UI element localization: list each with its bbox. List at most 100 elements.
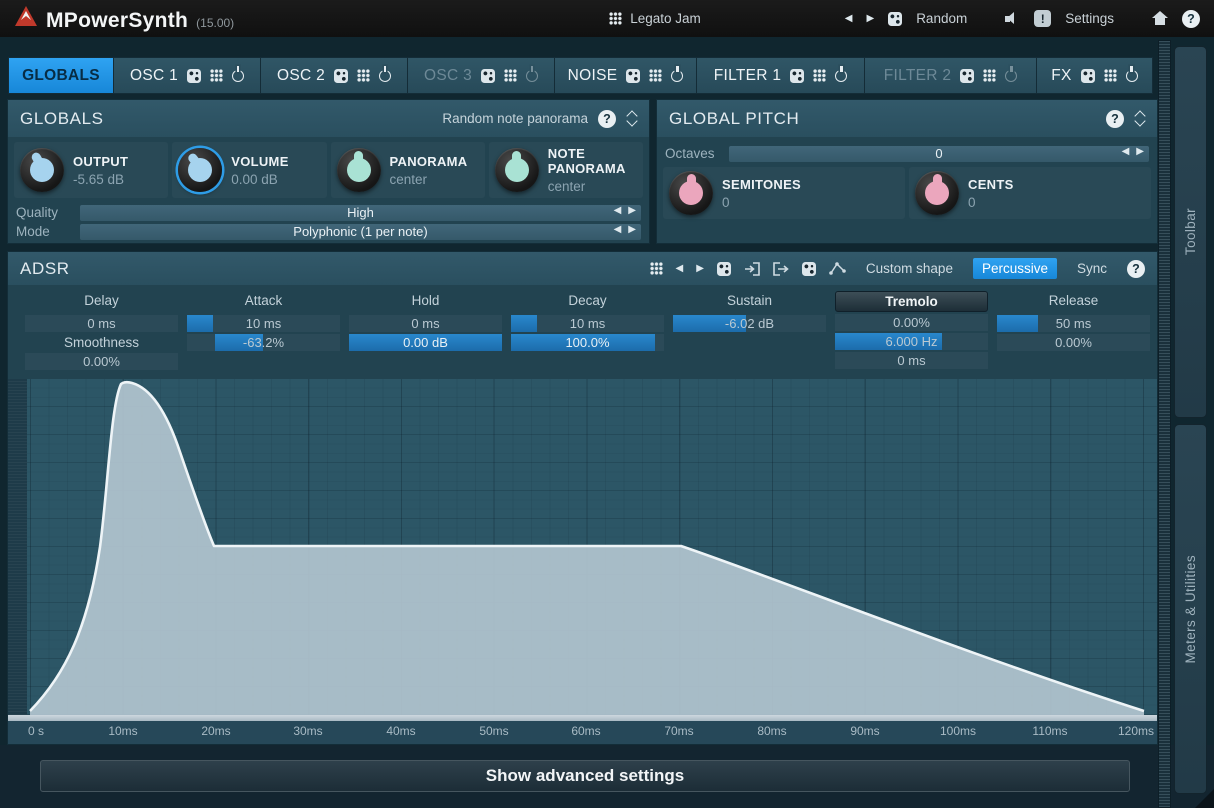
osc2-presets-icon[interactable]	[357, 69, 370, 82]
globals-help-icon[interactable]	[598, 110, 616, 128]
cents-knob[interactable]	[915, 171, 959, 215]
adsr-help-icon[interactable]	[1127, 260, 1145, 278]
right-scrollbar[interactable]	[1158, 40, 1171, 808]
previous-preset-icon[interactable]	[845, 14, 853, 24]
filter1-power-icon[interactable]	[835, 70, 847, 82]
tab-noise[interactable]: NOISE	[555, 57, 697, 94]
filter1-presets-icon[interactable]	[813, 69, 826, 82]
mode-selector[interactable]: Polyphonic (1 per note)	[80, 224, 641, 240]
envelope-curve[interactable]	[8, 379, 1157, 715]
envelope-graph[interactable]	[8, 379, 1157, 715]
next-preset-icon[interactable]	[866, 14, 874, 24]
tab-globals[interactable]: GLOBALS	[8, 57, 114, 94]
sustain-slider[interactable]: -6.02 dB	[673, 315, 826, 332]
panorama-knob[interactable]	[337, 148, 381, 192]
tremolo-depth-slider[interactable]: 0.00%	[835, 314, 988, 331]
hold-slider[interactable]: 0 ms	[349, 315, 502, 332]
app-title: MPowerSynth	[46, 9, 188, 33]
output-knob[interactable]	[20, 148, 64, 192]
noise-randomize-icon[interactable]	[626, 69, 640, 83]
attack-slider[interactable]: 10 ms	[187, 315, 340, 332]
filter2-power-icon[interactable]	[1005, 70, 1017, 82]
mode-prev-icon[interactable]	[614, 225, 622, 235]
tab-filter2[interactable]: FILTER 2	[865, 57, 1037, 94]
tab-osc2[interactable]: OSC 2	[261, 57, 408, 94]
quality-next-icon[interactable]	[628, 206, 636, 216]
random-note-panorama-option[interactable]: Random note panorama	[442, 111, 588, 126]
adsr-import-icon[interactable]	[744, 262, 760, 276]
note-panorama-knob[interactable]	[495, 148, 539, 192]
tab-osc1[interactable]: OSC 1	[114, 57, 261, 94]
octaves-slider[interactable]: 0	[729, 146, 1149, 162]
home-icon[interactable]	[1152, 12, 1168, 25]
adsr-next-icon[interactable]	[696, 264, 704, 274]
custom-shape-button[interactable]: Custom shape	[859, 259, 960, 278]
volume-knob[interactable]	[178, 148, 222, 192]
adsr-randomize-icon[interactable]	[717, 262, 731, 276]
filter2-randomize-icon[interactable]	[960, 69, 974, 83]
osc2-randomize-icon[interactable]	[334, 69, 348, 83]
octaves-next-icon[interactable]	[1136, 147, 1144, 157]
delay-slider[interactable]: 0 ms	[25, 315, 178, 332]
release-shape-slider[interactable]: 0.00%	[997, 334, 1150, 351]
adsr-presets-icon[interactable]	[650, 262, 663, 275]
release-column: Release 50 ms 0.00%	[997, 293, 1150, 351]
tremolo-button[interactable]: Tremolo	[835, 291, 988, 312]
tick-12: 120ms	[1118, 724, 1154, 738]
osc1-presets-icon[interactable]	[210, 69, 223, 82]
window-resize-handle[interactable]	[1195, 789, 1214, 808]
tremolo-rate-slider[interactable]: 6.000 Hz	[835, 333, 988, 350]
toolbar-side-tab[interactable]: Toolbar	[1174, 46, 1207, 418]
adsr-export-icon[interactable]	[773, 262, 789, 276]
tremolo-shift-slider[interactable]: 0 ms	[835, 352, 988, 369]
randomize-dice-icon[interactable]	[888, 12, 902, 26]
settings-button[interactable]: Settings	[1065, 11, 1114, 26]
random-button[interactable]: Random	[916, 11, 967, 26]
tab-filter1[interactable]: FILTER 1	[697, 57, 865, 94]
melda-logo-icon	[14, 5, 38, 27]
release-slider[interactable]: 50 ms	[997, 315, 1150, 332]
note-panorama-value: center	[548, 179, 637, 194]
delay-label: Delay	[25, 293, 178, 313]
filter1-randomize-icon[interactable]	[790, 69, 804, 83]
smoothness-slider[interactable]: 0.00%	[25, 353, 178, 370]
tab-fx[interactable]: FX	[1037, 57, 1153, 94]
mode-next-icon[interactable]	[628, 225, 636, 235]
limiter-warning-icon[interactable]	[1034, 10, 1051, 27]
percussive-button[interactable]: Percussive	[973, 258, 1057, 279]
octaves-prev-icon[interactable]	[1122, 147, 1130, 157]
osc3-randomize-icon[interactable]	[481, 69, 495, 83]
help-icon[interactable]	[1182, 10, 1200, 28]
preset-browser-icon[interactable]	[609, 12, 622, 25]
osc2-power-icon[interactable]	[379, 70, 391, 82]
osc1-power-icon[interactable]	[232, 70, 244, 82]
fx-randomize-icon[interactable]	[1081, 69, 1095, 83]
hold-level-slider[interactable]: 0.00 dB	[349, 334, 502, 351]
global-pitch-help-icon[interactable]	[1106, 110, 1124, 128]
noise-presets-icon[interactable]	[649, 69, 662, 82]
noise-power-icon[interactable]	[671, 70, 683, 82]
attack-shape-slider[interactable]: -63.2%	[187, 334, 340, 351]
audio-listen-icon[interactable]	[1005, 12, 1020, 25]
osc1-randomize-icon[interactable]	[187, 69, 201, 83]
globals-collapse-icon[interactable]	[626, 110, 637, 127]
meters-utilities-side-tab[interactable]: Meters & Utilities	[1174, 424, 1207, 794]
tab-osc3[interactable]: OSC 3	[408, 57, 555, 94]
osc3-power-icon[interactable]	[526, 70, 538, 82]
adsr-randomize2-icon[interactable]	[802, 262, 816, 276]
preset-selector[interactable]: Legato Jam	[609, 11, 701, 26]
osc3-presets-icon[interactable]	[504, 69, 517, 82]
quality-prev-icon[interactable]	[614, 206, 622, 216]
adsr-prev-icon[interactable]	[676, 264, 684, 274]
fx-presets-icon[interactable]	[1104, 69, 1117, 82]
sync-button[interactable]: Sync	[1070, 259, 1114, 278]
global-pitch-collapse-icon[interactable]	[1134, 110, 1145, 127]
quality-selector[interactable]: High	[80, 205, 641, 221]
show-advanced-settings-button[interactable]: Show advanced settings	[40, 760, 1130, 792]
filter2-presets-icon[interactable]	[983, 69, 996, 82]
semitones-knob[interactable]	[669, 171, 713, 215]
fx-power-icon[interactable]	[1126, 70, 1138, 82]
decay-slider[interactable]: 10 ms	[511, 315, 664, 332]
preset-name[interactable]: Legato Jam	[630, 11, 701, 26]
decay-shape-slider[interactable]: 100.0%	[511, 334, 664, 351]
